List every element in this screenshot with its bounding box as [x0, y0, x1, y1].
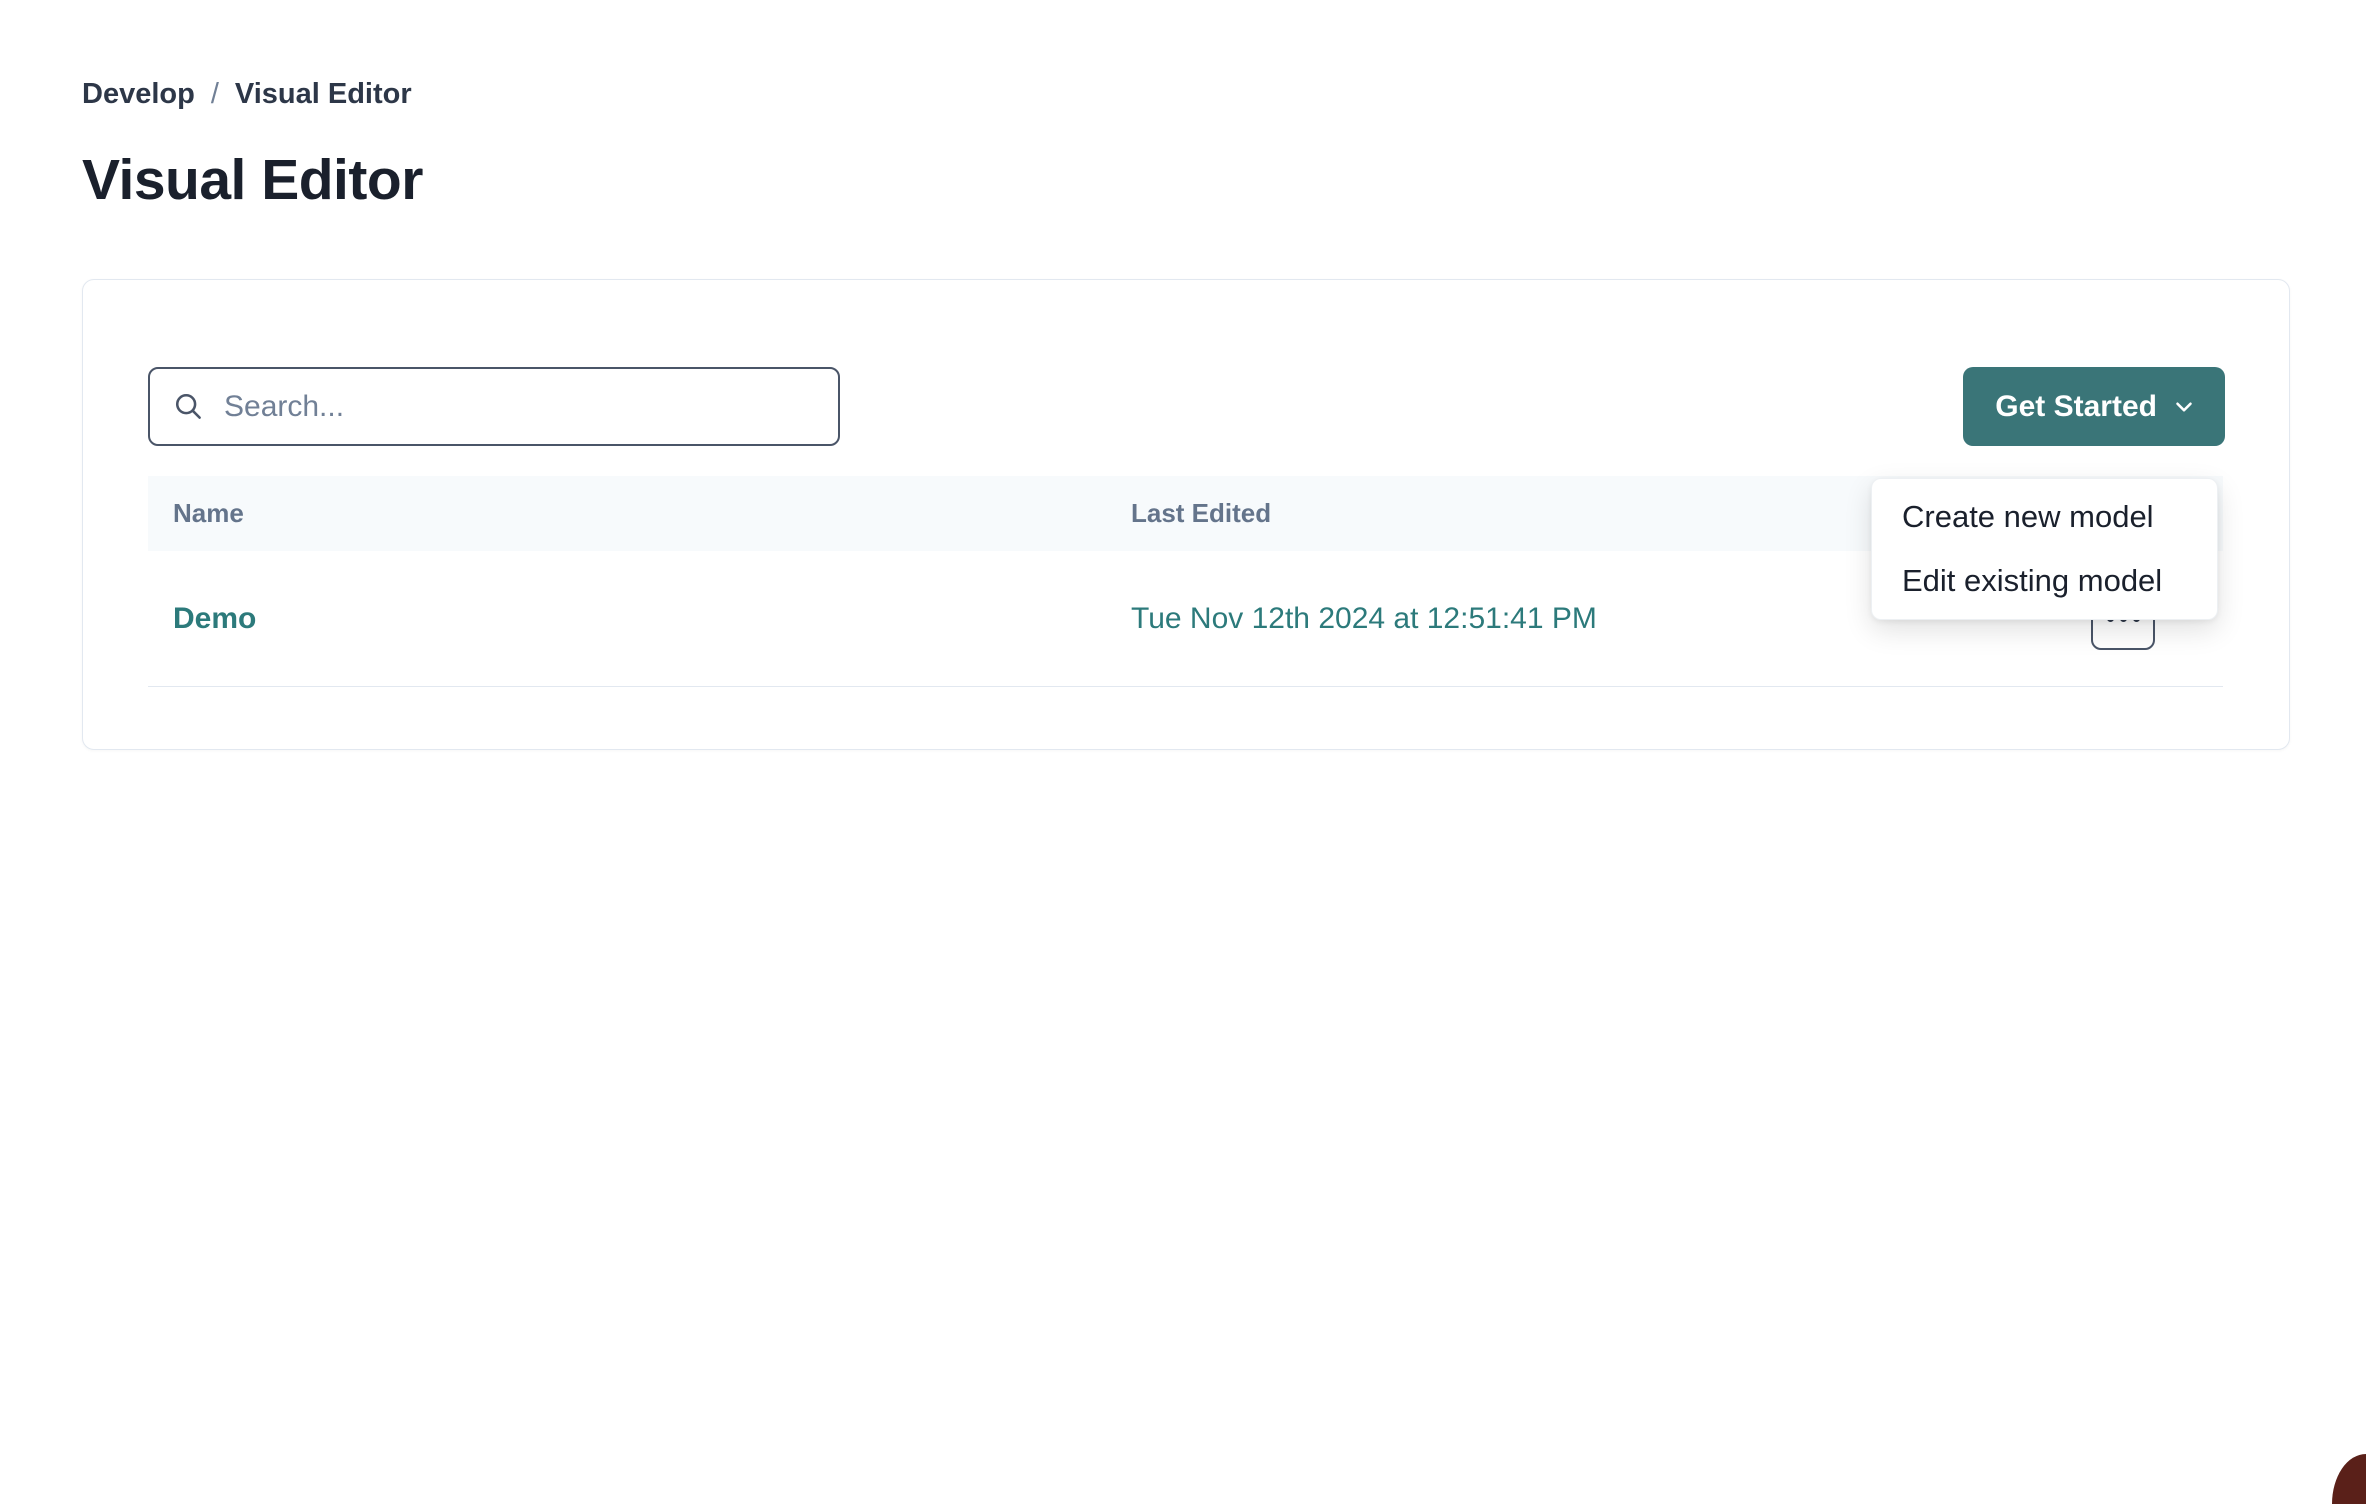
model-name-link[interactable]: Demo [173, 602, 256, 635]
toolbar: Get Started [148, 367, 2225, 446]
get-started-label: Get Started [1995, 390, 2157, 424]
get-started-button[interactable]: Get Started [1963, 367, 2225, 446]
get-started-dropdown-menu: Create new model Edit existing model [1871, 478, 2218, 620]
page-title: Visual Editor [82, 147, 2284, 213]
breadcrumb-separator: / [211, 78, 219, 111]
menu-item-edit-existing-model[interactable]: Edit existing model [1872, 549, 2217, 613]
page: Develop / Visual Editor Visual Editor Ge… [0, 0, 2366, 750]
column-header-name: Name [148, 498, 1131, 529]
search-box [148, 367, 840, 446]
breadcrumb-item-develop[interactable]: Develop [82, 78, 195, 111]
corner-accent-shape [2332, 1454, 2366, 1504]
model-name-cell: Demo [148, 602, 1131, 636]
search-input[interactable] [224, 390, 818, 424]
search-icon [172, 390, 206, 424]
breadcrumb: Develop / Visual Editor [82, 78, 2284, 111]
chevron-down-icon [2171, 394, 2197, 420]
menu-item-create-new-model[interactable]: Create new model [1872, 485, 2217, 549]
breadcrumb-item-visual-editor: Visual Editor [235, 78, 412, 111]
